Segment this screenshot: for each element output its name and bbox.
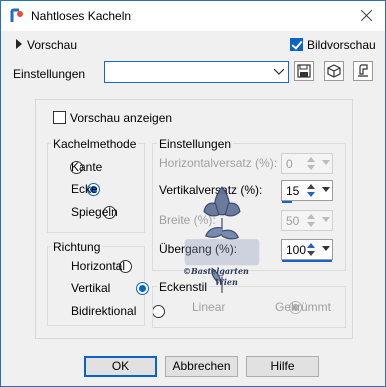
watermark-line1: ©Bastelgarten [183, 266, 249, 276]
help-button[interactable]: Hilfe [246, 356, 319, 377]
eraser-icon [358, 64, 368, 77]
radio-vertikal-label[interactable]: Vertikal [71, 281, 110, 295]
app-icon [10, 8, 23, 22]
transition-spinner[interactable]: 100 [281, 239, 333, 262]
slider-indicator[interactable] [282, 260, 332, 262]
horizontal-offset-spinner[interactable]: 0 [281, 153, 333, 174]
dropdown-arrow-icon[interactable] [322, 246, 330, 251]
cancel-button[interactable]: Abbrechen [165, 356, 238, 377]
width-spinner[interactable]: 50 [281, 210, 333, 231]
dialog-preview-label[interactable]: Bildvorschau [307, 38, 376, 52]
dropdown-arrow-icon[interactable] [322, 160, 330, 165]
radio-kante-label[interactable]: Kante [71, 160, 102, 174]
horizontal-offset-label: Horizontalversatz (%): [159, 156, 278, 170]
presets-label: Einstellungen [13, 67, 86, 81]
dialog-window: Nahtloses Kacheln Vorschau Bildvorschau … [0, 0, 386, 387]
vertical-offset-value: 15 [286, 184, 300, 198]
title-bar: Nahtloses Kacheln [1, 1, 385, 31]
direction-title: Richtung [51, 240, 103, 254]
radio-gekruemmt-label[interactable]: Gekrümmt [275, 300, 331, 314]
expand-arrow-icon[interactable] [16, 39, 22, 49]
chevron-down-icon [274, 69, 284, 75]
spin-arrows-icon[interactable] [304, 182, 318, 199]
show-preview-label[interactable]: Vorschau anzeigen [70, 111, 172, 125]
window-title: Nahtloses Kacheln [31, 9, 132, 23]
ok-button[interactable]: OK [84, 356, 157, 377]
radio-bidirektional-label[interactable]: Bidirektional [71, 304, 136, 318]
show-preview-checkbox[interactable] [53, 111, 66, 124]
radio-vertikal[interactable] [135, 282, 149, 295]
dialog-preview-checkbox[interactable] [290, 38, 303, 51]
spin-arrows-icon[interactable] [304, 155, 318, 172]
spin-arrows-icon[interactable] [304, 241, 318, 258]
dropdown-arrow-icon[interactable] [322, 187, 330, 192]
cube-icon [327, 64, 341, 78]
manage-presets-button[interactable] [353, 61, 373, 81]
reset-preset-button[interactable] [324, 61, 344, 81]
spin-arrows-icon[interactable] [304, 212, 318, 229]
width-value: 50 [286, 214, 300, 228]
watermark-line2: Wien [215, 277, 238, 287]
radio-linear-label[interactable]: Linear [192, 300, 225, 314]
preview-toggle[interactable]: Vorschau [27, 38, 77, 52]
tile-method-title: Kachelmethode [51, 137, 139, 151]
close-icon[interactable] [359, 8, 375, 24]
slider-indicator[interactable] [282, 201, 292, 203]
settings-title: Einstellungen [157, 137, 234, 151]
radio-horizontal-label[interactable]: Horizontal [71, 259, 125, 273]
radio-spiegeln-label[interactable]: Spiegeln [71, 205, 118, 219]
vertical-offset-spinner[interactable]: 15 [281, 180, 333, 203]
dropdown-arrow-icon[interactable] [322, 217, 330, 222]
presets-dropdown[interactable] [104, 61, 289, 83]
save-preset-button[interactable] [294, 61, 314, 81]
horizontal-offset-value: 0 [286, 157, 293, 171]
floppy-icon [297, 64, 311, 78]
radio-ecke-label[interactable]: Ecke [71, 182, 98, 196]
